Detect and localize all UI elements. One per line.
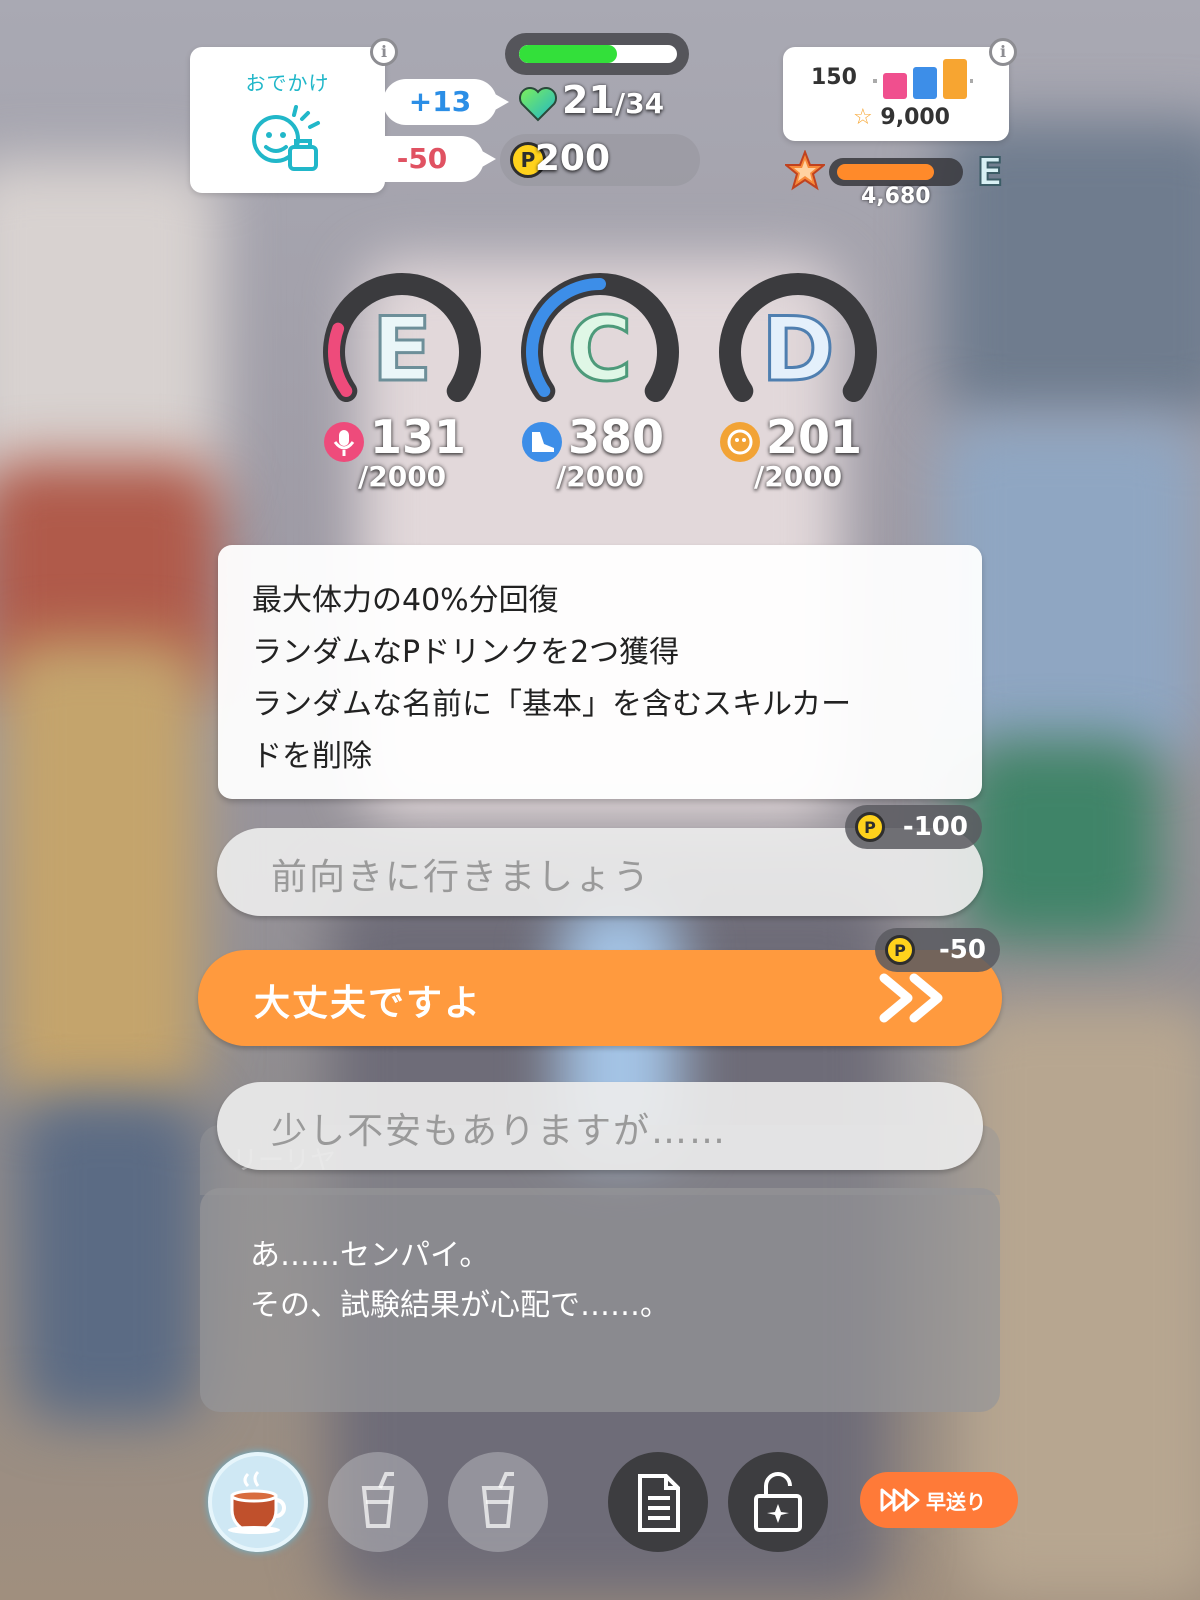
- stat-dance: C 380 /2000: [510, 270, 690, 500]
- fast-forward-icon: [880, 1488, 920, 1512]
- effect-description: 最大体力の40%分回復 ランダムなPドリンクを2つ獲得 ランダムな名前に「基本」…: [218, 545, 982, 799]
- dance-value: 380: [568, 410, 665, 464]
- hp-current: 21: [562, 78, 615, 122]
- microphone-icon: [324, 422, 364, 462]
- description-line: ランダムなPドリンクを2つ獲得: [252, 635, 680, 670]
- hp-max: /34: [614, 87, 665, 120]
- vocal-max: /2000: [358, 460, 447, 493]
- choice-option-3[interactable]: 少し不安もありますが……: [217, 1082, 983, 1170]
- star-rank-icon: [785, 150, 825, 191]
- hp-gain-bubble: +13: [383, 79, 509, 125]
- hp-value: 21/34: [562, 78, 664, 122]
- vocal-grade: E: [370, 297, 433, 403]
- stat-visual: D 201 /2000: [708, 270, 888, 500]
- rank-row: E 4,680: [785, 149, 1015, 210]
- drink-slot-2-button[interactable]: [448, 1452, 548, 1552]
- choice-label: 少し不安もありますが……: [271, 1111, 728, 1152]
- choice-2-cost: P -50: [875, 928, 1000, 972]
- visual-icon: [720, 422, 760, 462]
- choice-2-cost-value: -50: [939, 935, 986, 965]
- visual-grade: D: [760, 297, 836, 403]
- drink-slot-1-button[interactable]: [328, 1452, 428, 1552]
- deck-button[interactable]: [728, 1452, 828, 1552]
- rank-progress-bar: [829, 158, 963, 186]
- event-info-button[interactable]: i: [370, 38, 398, 66]
- fast-forward-button[interactable]: 早送り: [860, 1472, 1018, 1528]
- event-title: おでかけ: [245, 71, 330, 95]
- unlock-card-icon: [754, 1472, 802, 1532]
- description-line: ドを削除: [252, 739, 372, 774]
- heart-icon: [519, 87, 557, 122]
- choice-1-cost-value: -100: [902, 812, 968, 842]
- dialog-line: あ……センパイ。: [250, 1238, 490, 1273]
- star-outline-icon: ☆: [853, 105, 873, 130]
- hp-bar-fill: [519, 45, 617, 63]
- shoe-icon: [522, 422, 562, 462]
- p-points-value: 200: [534, 138, 610, 179]
- description-line: ランダムな名前に「基本」を含むスキルカー: [252, 687, 852, 722]
- score-stars-value: 9,000: [880, 105, 950, 130]
- score-info-button[interactable]: i: [989, 38, 1017, 66]
- double-chevron-right-icon: [879, 973, 943, 1023]
- parameter-bars-icon: [873, 59, 973, 99]
- visual-max: /2000: [754, 460, 843, 493]
- dialog-box[interactable]: あ……センパイ。 その、試験結果が心配で……。: [200, 1188, 1000, 1412]
- rank-letter: E: [976, 149, 1004, 195]
- choice-1-cost: P -100: [845, 805, 982, 849]
- drink-cup-icon: [361, 1472, 395, 1528]
- rank-progress-fill: [837, 164, 934, 180]
- dialog-line: その、試験結果が心配で……。: [250, 1288, 670, 1323]
- hp-bar: [505, 33, 689, 75]
- p-cost-bubble: -50: [360, 136, 496, 182]
- choice-label: 前向きに行きましょう: [271, 857, 652, 898]
- dance-max: /2000: [556, 460, 645, 493]
- dance-grade: C: [566, 297, 634, 403]
- score-stars: ☆ 9,000: [853, 105, 950, 130]
- p-coin-icon: P: [855, 812, 885, 842]
- outing-icon: [252, 105, 320, 171]
- visual-value: 201: [766, 410, 863, 464]
- score-card: 150 ☆ 9,000: [783, 47, 1009, 141]
- teacup-icon: [228, 1470, 286, 1534]
- drink-cup-icon: [481, 1472, 515, 1528]
- vocal-value: 131: [370, 410, 467, 464]
- event-card: おでかけ: [190, 47, 385, 193]
- fast-forward-label: 早送り: [926, 1490, 986, 1514]
- stat-vocal: E 131 /2000: [312, 270, 492, 500]
- score-target: 150: [811, 65, 857, 90]
- document-icon: [638, 1474, 680, 1532]
- log-button[interactable]: [608, 1452, 708, 1552]
- description-line: 最大体力の40%分回復: [252, 583, 559, 618]
- choice-label: 大丈夫ですよ: [254, 983, 483, 1024]
- tea-item-button[interactable]: [208, 1452, 308, 1552]
- rank-value: 4,680: [861, 184, 931, 209]
- p-coin-icon: P: [885, 935, 915, 965]
